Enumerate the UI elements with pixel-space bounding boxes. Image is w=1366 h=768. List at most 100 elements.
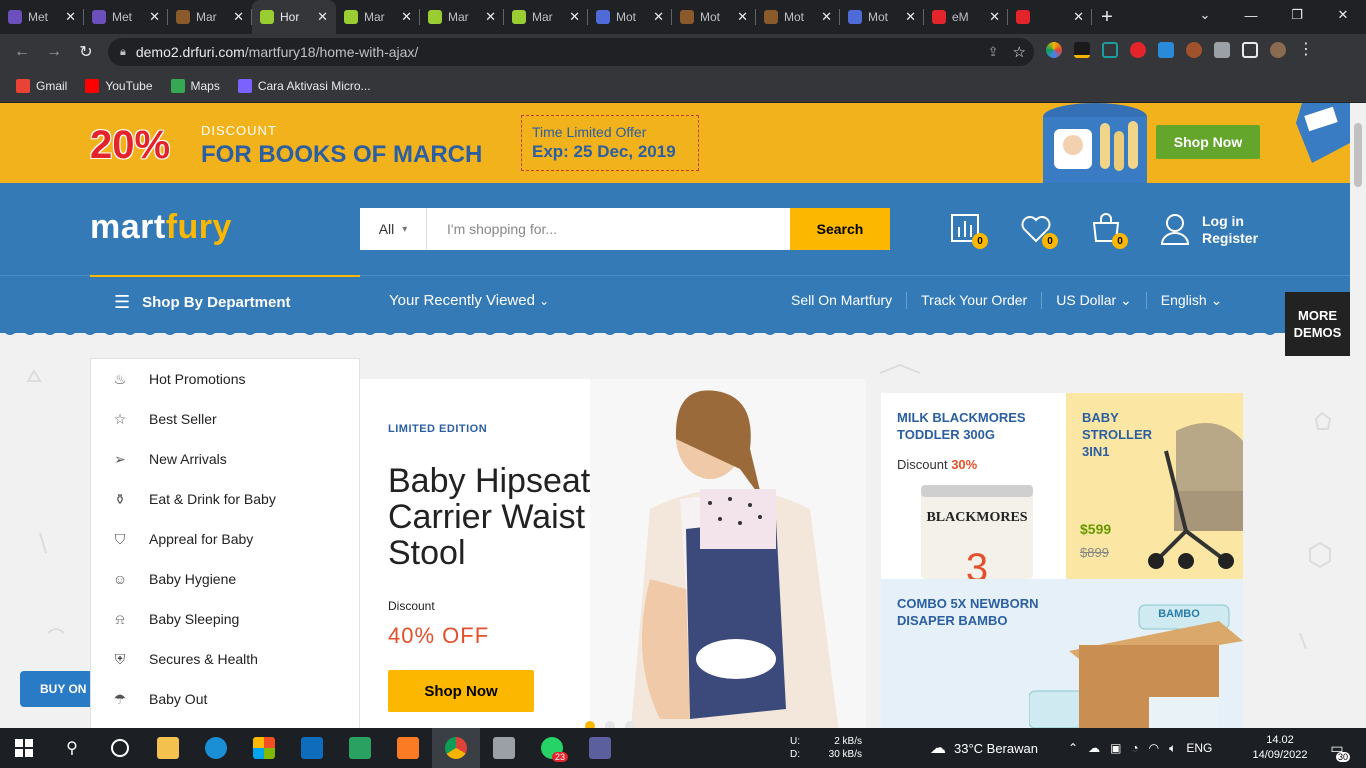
browser-tab[interactable]: Mar ✕ [420,0,504,34]
department-menu-item[interactable]: ☆ Best Seller [91,399,359,439]
site-logo[interactable]: martfury [90,208,232,247]
language-select[interactable]: English ⌄ [1145,292,1237,309]
app-icon[interactable] [576,728,624,768]
recently-viewed-dropdown[interactable]: Your Recently Viewed ⌄ [389,292,549,309]
new-tab-button[interactable]: + [1092,6,1122,29]
page-scrollbar[interactable] [1350,103,1366,728]
language-indicator[interactable]: ENG [1186,741,1212,755]
browser-tab[interactable]: Hor ✕ [252,0,336,34]
department-menu-item[interactable]: ♨ Hot Promotions [91,359,359,399]
bookmark-item[interactable]: Maps [170,78,220,93]
chevron-up-icon[interactable]: ⌃ [1068,741,1078,755]
weather-widget[interactable]: ☁ 33°C Berawan [930,728,1038,768]
address-bar[interactable]: 🔒︎ demo2.drfuri.com /martfury18/home-wit… [108,38,1034,66]
scrollbar-thumb[interactable] [1354,123,1362,187]
browser-tab[interactable]: ✕ [1008,0,1092,34]
bookmark-item[interactable]: Gmail [16,78,67,93]
edge-icon[interactable] [192,728,240,768]
whatsapp-icon[interactable]: 23 [528,728,576,768]
slider-dot[interactable] [625,721,635,728]
browser-tab[interactable]: Mar ✕ [168,0,252,34]
back-icon[interactable]: ← [6,43,38,61]
browser-tab[interactable]: eM ✕ [924,0,1008,34]
browser-tab[interactable]: Met ✕ [84,0,168,34]
extension-icon[interactable] [1074,42,1090,58]
close-tab-icon[interactable]: ✕ [317,9,328,25]
vscode-icon[interactable] [336,728,384,768]
more-icon[interactable]: ⋮ [1298,42,1314,58]
bookmark-star-icon[interactable]: ☆ [1013,43,1026,61]
avatar[interactable] [1270,42,1286,58]
browser-tab[interactable]: Met ✕ [0,0,84,34]
browser-tab[interactable]: Mot ✕ [840,0,924,34]
sidebar-icon[interactable] [1242,42,1258,58]
close-tab-icon[interactable]: ✕ [401,9,412,25]
shop-by-department-button[interactable]: ☰ Shop By Department [90,275,360,327]
xampp-icon[interactable] [384,728,432,768]
browser-tab[interactable]: Mot ✕ [588,0,672,34]
close-tab-icon[interactable]: ✕ [569,9,580,25]
task-view-icon[interactable] [96,728,144,768]
forward-icon[interactable]: → [38,43,70,61]
device-icon[interactable]: ▣ [1110,741,1121,755]
store-icon[interactable] [240,728,288,768]
close-tab-icon[interactable]: ✕ [821,9,832,25]
category-select[interactable]: All ▾ [360,208,427,250]
department-menu-item[interactable]: ⛉ Appreal for Baby [91,519,359,559]
register-link[interactable]: Register [1202,230,1258,247]
browser-tab[interactable]: Mar ✕ [504,0,588,34]
buy-on-button[interactable]: BUY ON [20,671,90,707]
notifications-icon[interactable]: ▭ 30 [1322,728,1352,768]
chrome-icon[interactable] [432,728,480,768]
track-order-link[interactable]: Track Your Order [906,292,1041,309]
extension-icon[interactable] [1046,42,1062,58]
file-explorer-icon[interactable] [144,728,192,768]
reload-icon[interactable]: ↻ [70,42,102,62]
browser-tab[interactable]: Mot ✕ [756,0,840,34]
search-icon[interactable]: ⚲ [48,728,96,768]
department-menu-item[interactable]: ⍾ Baby Sleeping [91,599,359,639]
extension-icon[interactable] [1130,42,1146,58]
network-icon[interactable]: ◔ [1131,741,1138,755]
user-icon[interactable] [1160,213,1190,245]
bookmark-item[interactable]: YouTube [85,78,153,93]
compare-icon[interactable]: 0 [950,213,988,249]
mail-icon[interactable] [288,728,336,768]
department-menu-item[interactable]: ➢ New Arrivals [91,439,359,479]
login-link[interactable]: Log in [1202,213,1258,230]
clock[interactable]: 14.02 14/09/2022 [1252,728,1308,768]
close-tab-icon[interactable]: ✕ [233,9,244,25]
volume-icon[interactable]: 🔈︎ [1169,741,1176,756]
share-icon[interactable]: ⇪ [988,44,999,60]
close-tab-icon[interactable]: ✕ [737,9,748,25]
department-menu-item[interactable]: ⚱ Eat & Drink for Baby [91,479,359,519]
slider-dot[interactable] [605,721,615,728]
hero-shop-now-button[interactable]: Shop Now [388,670,534,712]
close-tab-icon[interactable]: ✕ [1073,9,1084,25]
onedrive-icon[interactable]: ☁ [1088,741,1100,755]
promo-banner[interactable]: 20% DISCOUNT FOR BOOKS OF MARCH Time Lim… [0,103,1350,183]
promo-shop-now-button[interactable]: Shop Now [1156,125,1260,159]
wishlist-icon[interactable]: 0 [1020,213,1058,249]
search-input[interactable]: I'm shopping for... [427,208,790,250]
close-tab-icon[interactable]: ✕ [653,9,664,25]
department-menu-item[interactable]: ⛨ Secures & Health [91,639,359,679]
close-tab-icon[interactable]: ✕ [149,9,160,25]
start-button[interactable] [0,728,48,768]
extension-icon[interactable] [1102,42,1118,58]
maximize-button[interactable]: ❐ [1274,0,1320,30]
wifi-icon[interactable]: ◠ [1149,741,1159,755]
extension-icon[interactable] [1158,42,1174,58]
browser-tab[interactable]: Mot ✕ [672,0,756,34]
browser-tab[interactable]: Mar ✕ [336,0,420,34]
close-window-button[interactable]: ✕ [1320,0,1366,30]
product-card-milk[interactable]: MILK BLACKMORES TODDLER 300G Discount 30… [881,393,1066,579]
tab-search-icon[interactable]: ⌄ [1182,0,1228,30]
slider-dot[interactable] [585,721,595,728]
extension-icon[interactable] [1186,42,1202,58]
close-tab-icon[interactable]: ✕ [485,9,496,25]
minimize-button[interactable]: — [1228,0,1274,30]
product-card-diaper[interactable]: COMBO 5X NEWBORN DISAPER BAMBO BAMBO [881,579,1243,728]
bookmark-item[interactable]: Cara Aktivasi Micro... [237,78,371,93]
close-tab-icon[interactable]: ✕ [989,9,1000,25]
